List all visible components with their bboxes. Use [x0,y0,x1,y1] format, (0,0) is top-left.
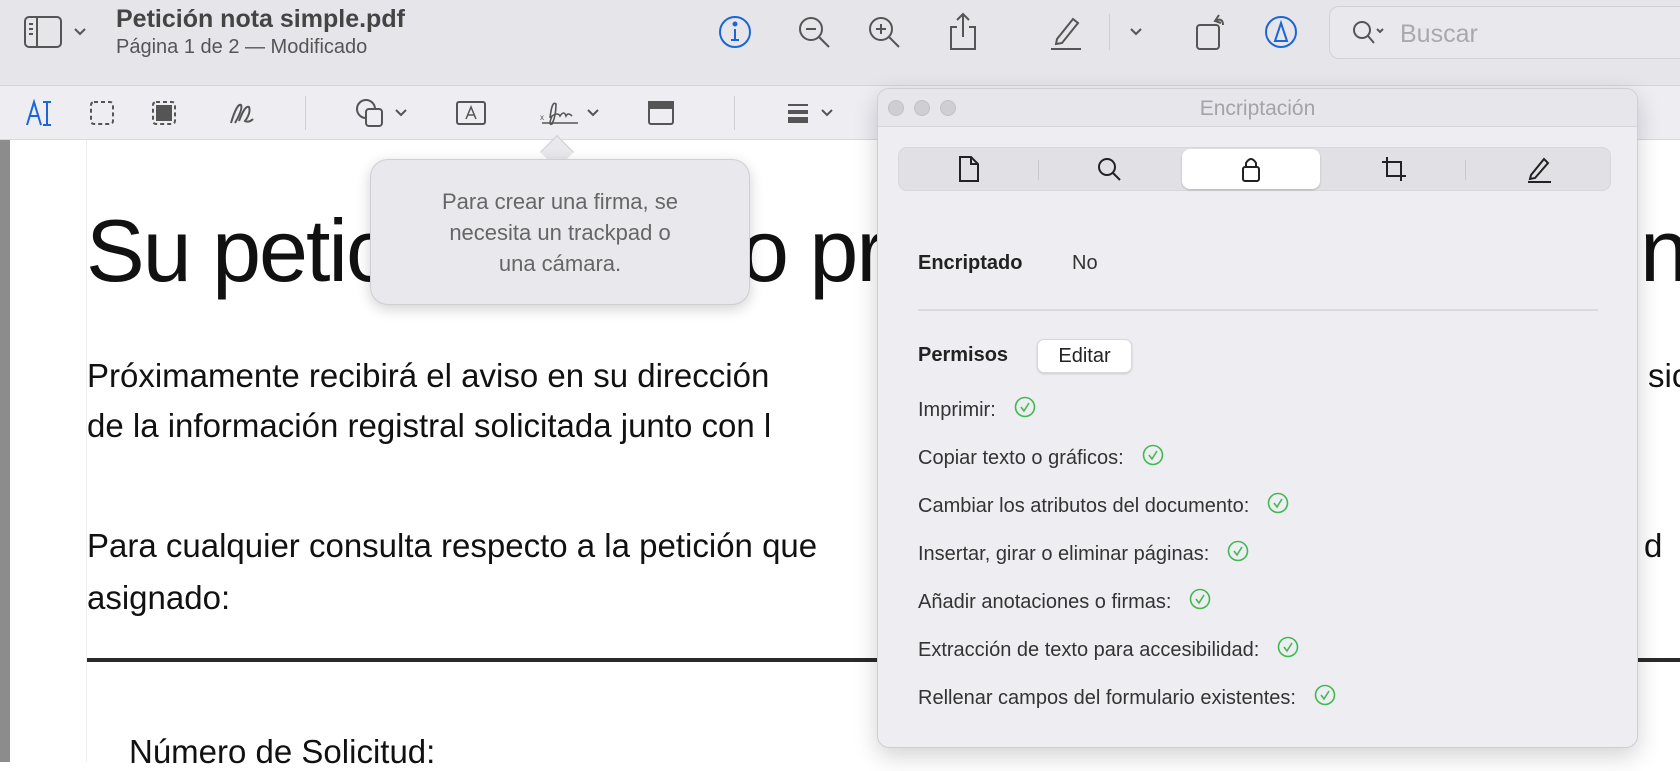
tab-crop[interactable] [1324,149,1463,189]
sidebar-icon[interactable] [22,14,64,50]
document-title: Petición nota simple.pdf [116,5,405,33]
permission-label: Imprimir: [918,398,996,421]
encrypted-value: No [1072,252,1098,274]
encrypted-label: Encriptado [918,252,1023,274]
rotate-icon[interactable] [1192,10,1230,52]
checkmark-circle-icon [1189,588,1211,616]
chevron-down-icon[interactable] [1126,22,1146,42]
permissions-label: Permisos [918,344,1009,366]
permission-row: Insertar, girar o eliminar páginas: [918,540,1249,568]
field-label: Número de Solicitud: [129,733,436,770]
checkmark-circle-icon [1014,396,1036,424]
permission-label: Cambiar los atributos del documento: [918,494,1250,517]
title-toolbar: Petición nota simple.pdf Página 1 de 2 —… [0,0,1680,86]
document-paragraph-line: d [1644,527,1663,564]
document-subtitle: Página 1 de 2 — Modificado [116,36,368,58]
document-paragraph-line: Próximamente recibirá el aviso en su dir… [87,357,770,394]
rectangle-selection-icon[interactable] [88,99,116,127]
shapes-icon[interactable] [354,97,386,129]
inspector-tabs [898,147,1611,191]
permission-label: Extracción de texto para accesibilidad: [918,638,1260,661]
document-paragraph-line: de la información registral solicitada j… [87,407,772,444]
search-field[interactable]: Buscar [1329,6,1680,59]
search-icon [1350,19,1390,47]
text-selection-icon[interactable] [24,98,56,128]
signature-icon[interactable]: x [538,96,582,130]
pencil-icon [1525,155,1553,183]
permission-label: Copiar texto o gráficos: [918,446,1124,469]
chevron-down-icon[interactable] [392,104,410,122]
permission-label: Rellenar campos del formulario existente… [918,686,1296,709]
chevron-down-icon[interactable] [70,22,90,42]
page-margin [10,140,87,762]
document-heading: Su petic [86,201,390,300]
svg-text:x: x [540,113,544,122]
document-heading-part: nt [1640,201,1680,300]
note-icon[interactable] [646,98,676,128]
permission-row: Rellenar campos del formulario existente… [918,684,1336,712]
panel-title: Encriptación [1199,97,1316,120]
text-box-icon[interactable] [455,99,487,127]
document-icon [957,155,981,183]
divider [918,309,1598,311]
inspector-panel: Encriptación Encriptado No Permisos Edit… [877,88,1638,748]
permission-row: Añadir anotaciones o firmas: [918,588,1211,616]
info-icon[interactable] [716,13,754,51]
permission-label: Añadir anotaciones o firmas: [918,590,1172,613]
highlight-pen-icon[interactable] [1046,12,1086,52]
chevron-down-icon[interactable] [818,104,836,122]
document-paragraph-line: asignado: [87,579,231,616]
checkmark-circle-icon [1142,444,1164,472]
permission-row: Imprimir: [918,396,1036,424]
zoom-out-icon[interactable] [795,13,833,51]
checkmark-circle-icon [1277,636,1299,664]
zoom-in-icon[interactable] [865,13,903,51]
document-paragraph-line: sic [1648,357,1680,394]
markup-icon[interactable] [1262,13,1300,51]
checkmark-circle-icon [1227,540,1249,568]
checkmark-circle-icon [1267,492,1289,520]
share-icon[interactable] [945,10,981,52]
chevron-down-icon[interactable] [584,104,602,122]
panel-titlebar[interactable]: Encriptación [878,89,1637,127]
sketch-icon[interactable] [226,98,258,128]
tooltip-text: necesita un trackpad o [449,220,671,245]
permission-row: Extracción de texto para accesibilidad: [918,636,1299,664]
sidebar-edge [0,140,10,762]
permission-label: Insertar, girar o eliminar páginas: [918,542,1210,565]
tab-general[interactable] [899,149,1038,189]
permission-row: Cambiar los atributos del documento: [918,492,1289,520]
tab-annotations[interactable] [1466,149,1611,189]
tab-search[interactable] [1039,149,1178,189]
permission-row: Copiar texto o gráficos: [918,444,1164,472]
tooltip-text: Para crear una firma, se [442,189,678,214]
edit-permissions-button[interactable]: Editar [1037,339,1132,373]
document-paragraph-line: Para cualquier consulta respecto a la pe… [87,527,818,564]
document-heading-part: o pr [740,201,886,300]
shape-style-icon[interactable] [784,99,812,127]
lock-icon [1240,155,1262,183]
search-placeholder: Buscar [1400,20,1478,48]
checkmark-circle-icon [1314,684,1336,712]
signature-tooltip: Para crear una firma, se necesita un tra… [370,159,750,305]
tab-encryption[interactable] [1182,149,1320,189]
tooltip-text: una cámara. [498,251,622,276]
smart-lasso-icon[interactable] [150,99,178,127]
magnifier-icon [1095,155,1123,183]
crop-icon [1380,155,1408,183]
